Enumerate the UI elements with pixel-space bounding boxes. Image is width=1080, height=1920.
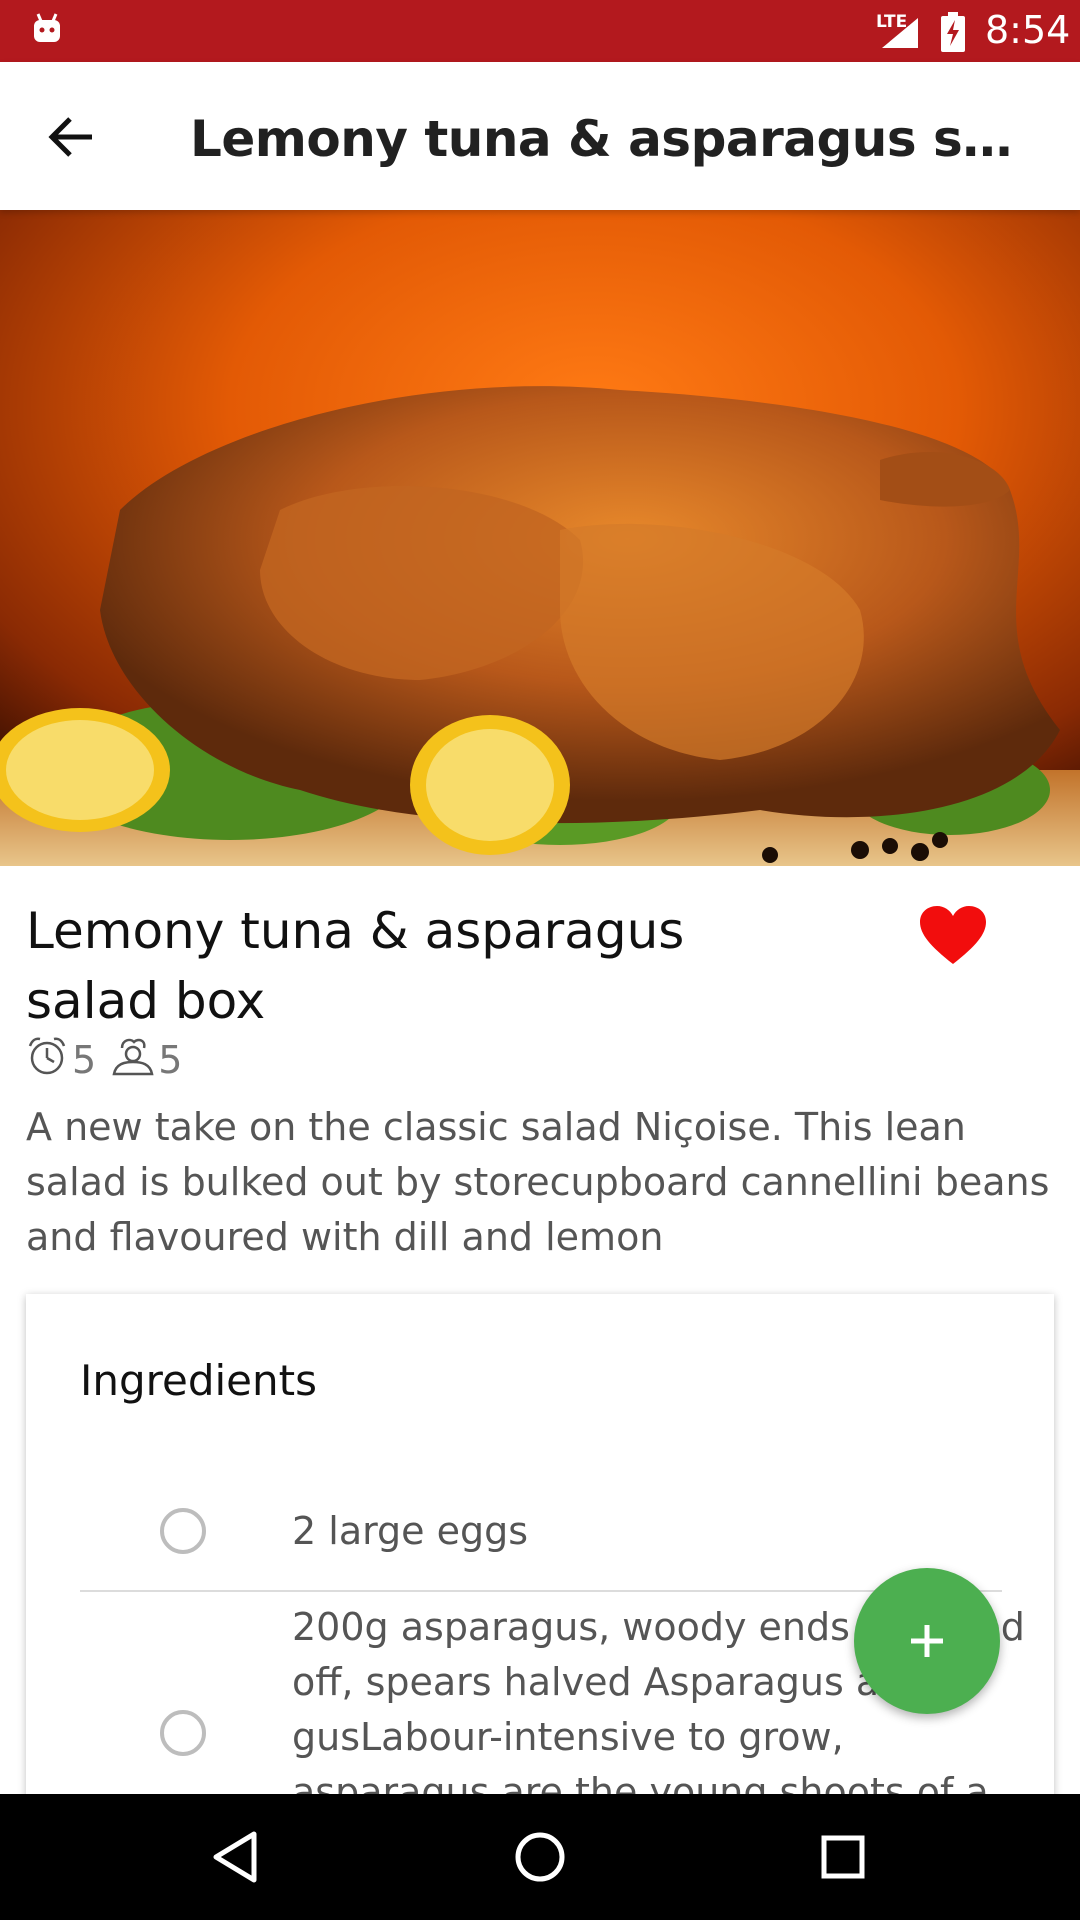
roast-chicken-photo bbox=[0, 210, 1080, 866]
heart-icon[interactable] bbox=[918, 904, 988, 968]
home-circle-icon[interactable] bbox=[507, 1824, 573, 1890]
plus-icon bbox=[911, 1625, 943, 1657]
app-bar: Lemony tuna & asparagus salad b… bbox=[0, 62, 1080, 210]
time-value: 5 bbox=[72, 1038, 97, 1082]
android-icon bbox=[30, 12, 64, 51]
recipe-meta: 5 5 bbox=[26, 1037, 183, 1082]
page-title: Lemony tuna & asparagus salad b… bbox=[190, 110, 1030, 168]
back-triangle-icon[interactable] bbox=[204, 1824, 270, 1890]
battery-charging-icon bbox=[940, 12, 966, 57]
status-time: 8:54 bbox=[985, 8, 1071, 52]
status-bar: LTE 8:54 bbox=[0, 0, 1080, 62]
ingredient-text: 2 large eggs bbox=[292, 1509, 529, 1553]
divider bbox=[80, 1590, 1002, 1592]
recipe-description: A new take on the classic salad Niçoise.… bbox=[26, 1105, 1050, 1259]
servings-value: 5 bbox=[158, 1038, 183, 1082]
chef-icon bbox=[110, 1036, 158, 1085]
alarm-clock-icon bbox=[26, 1036, 72, 1085]
navigation-bar bbox=[0, 1794, 1080, 1920]
ingredient-checkbox[interactable] bbox=[160, 1710, 206, 1756]
arrow-back-icon[interactable] bbox=[46, 112, 96, 162]
recipe-title: Lemony tuna & asparagus salad box bbox=[26, 902, 685, 1030]
ingredient-item[interactable]: 2 large eggs bbox=[80, 1474, 1000, 1594]
add-button[interactable] bbox=[854, 1568, 1000, 1714]
ingredients-card: Ingredients 2 large eggs 200g asparagus,… bbox=[26, 1294, 1054, 1814]
recents-square-icon[interactable] bbox=[810, 1824, 876, 1890]
signal-icon bbox=[878, 14, 920, 55]
ingredients-heading: Ingredients bbox=[80, 1356, 317, 1405]
ingredient-checkbox[interactable] bbox=[160, 1508, 206, 1554]
